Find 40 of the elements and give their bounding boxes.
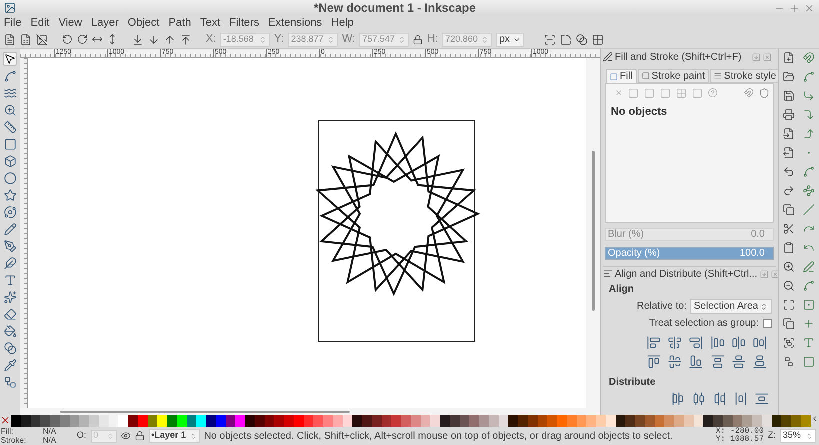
menu-item[interactable]: Path	[168, 15, 192, 32]
status-label: Stroke:	[1, 436, 28, 445]
menu-item[interactable]: Text	[200, 15, 221, 32]
status-label: Fill:	[1, 427, 14, 436]
section-heading: Distribute	[609, 376, 657, 390]
status-message: No objects selected. Click, Shift+click, Alt+scroll mouse on top of objects, or drag around objects to select.	[204, 430, 674, 444]
field-label: W:	[342, 32, 356, 48]
menu-item[interactable]: File	[4, 15, 22, 32]
panel-tab[interactable]: Stroke paint	[638, 69, 710, 83]
menu-item[interactable]: Filters	[230, 15, 260, 32]
status-value: N/A	[43, 436, 58, 445]
field-label: O:	[77, 429, 87, 442]
field-label: Y:	[274, 32, 284, 48]
cursor-x: X: -280.00	[716, 428, 764, 436]
section-heading: Align	[609, 283, 635, 297]
window-title: *New document 1 - Inkscape	[314, 0, 476, 17]
panel-tab[interactable]: Stroke style	[710, 69, 780, 83]
status-value: N/A	[43, 427, 58, 436]
panel-title: Fill and Stroke (Shift+Ctrl+F)	[615, 50, 743, 64]
field-label: Z:	[768, 429, 776, 442]
menu-item[interactable]: Help	[331, 15, 354, 32]
panel-tab[interactable]: Fill	[606, 69, 637, 83]
field-label: Relative to:	[636, 300, 687, 314]
field-label: X:	[206, 32, 216, 48]
field-label: H:	[427, 32, 438, 48]
menu-item[interactable]: View	[58, 15, 82, 32]
checkbox-label: Treat selection as group:	[649, 317, 759, 331]
unit-dropdown[interactable]: px	[496, 32, 524, 46]
menu-item[interactable]: Layer	[91, 15, 119, 32]
zoom-field[interactable]: 35%	[780, 429, 816, 443]
relative-to-dropdown[interactable]: Selection Area	[690, 299, 772, 314]
menu-item[interactable]: Extensions	[268, 15, 322, 32]
menu-item[interactable]: Edit	[30, 15, 50, 32]
cursor-y: Y: 1088.57	[716, 436, 764, 444]
menu-item[interactable]: Object	[128, 15, 160, 32]
slider-reading: 100.0	[740, 247, 765, 261]
panel-title: Align and Distribute (Shift+Ctrl...	[615, 268, 758, 282]
panel-message: No objects	[610, 105, 668, 120]
slider-label: Opacity (%)	[608, 247, 660, 261]
layer-dropdown[interactable]: •Layer 1	[148, 429, 200, 443]
